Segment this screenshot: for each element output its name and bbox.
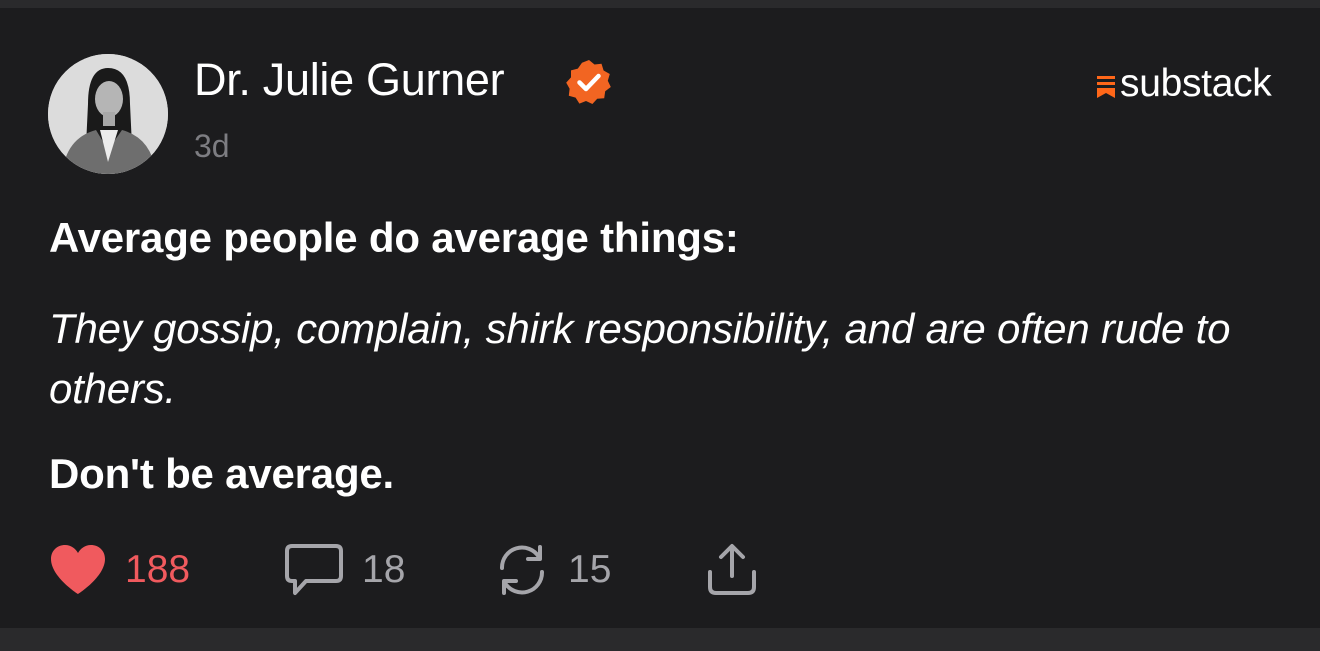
share-button[interactable] <box>704 542 760 598</box>
like-button[interactable]: 188 <box>49 542 190 598</box>
brand-name: substack <box>1120 62 1272 105</box>
post-paragraph-3: Don't be average. <box>49 450 395 497</box>
author-photo <box>48 54 168 174</box>
post-paragraph-1: Average people do average things: <box>49 214 739 261</box>
author-name[interactable]: Dr. Julie Gurner <box>194 54 505 106</box>
restack-count: 15 <box>568 548 612 591</box>
comment-count: 18 <box>362 548 406 591</box>
comment-bubble-icon <box>285 544 343 595</box>
like-count: 188 <box>125 548 191 591</box>
heart-icon <box>51 545 105 594</box>
post-timestamp: 3d <box>194 128 230 164</box>
restack-button[interactable]: 15 <box>494 542 611 598</box>
verified-badge-icon <box>566 60 611 104</box>
share-icon <box>708 544 756 595</box>
restack-icon <box>499 545 545 595</box>
post-paragraph-2: They gossip, complain, shirk responsibil… <box>49 305 1231 412</box>
substack-logo[interactable]: substack <box>1097 62 1272 105</box>
comment-button[interactable]: 18 <box>284 542 405 598</box>
substack-mark-icon <box>1097 76 1115 98</box>
author-avatar[interactable] <box>48 54 168 174</box>
post-card: Dr. Julie Gurner 3d substack Average peo… <box>0 8 1320 628</box>
